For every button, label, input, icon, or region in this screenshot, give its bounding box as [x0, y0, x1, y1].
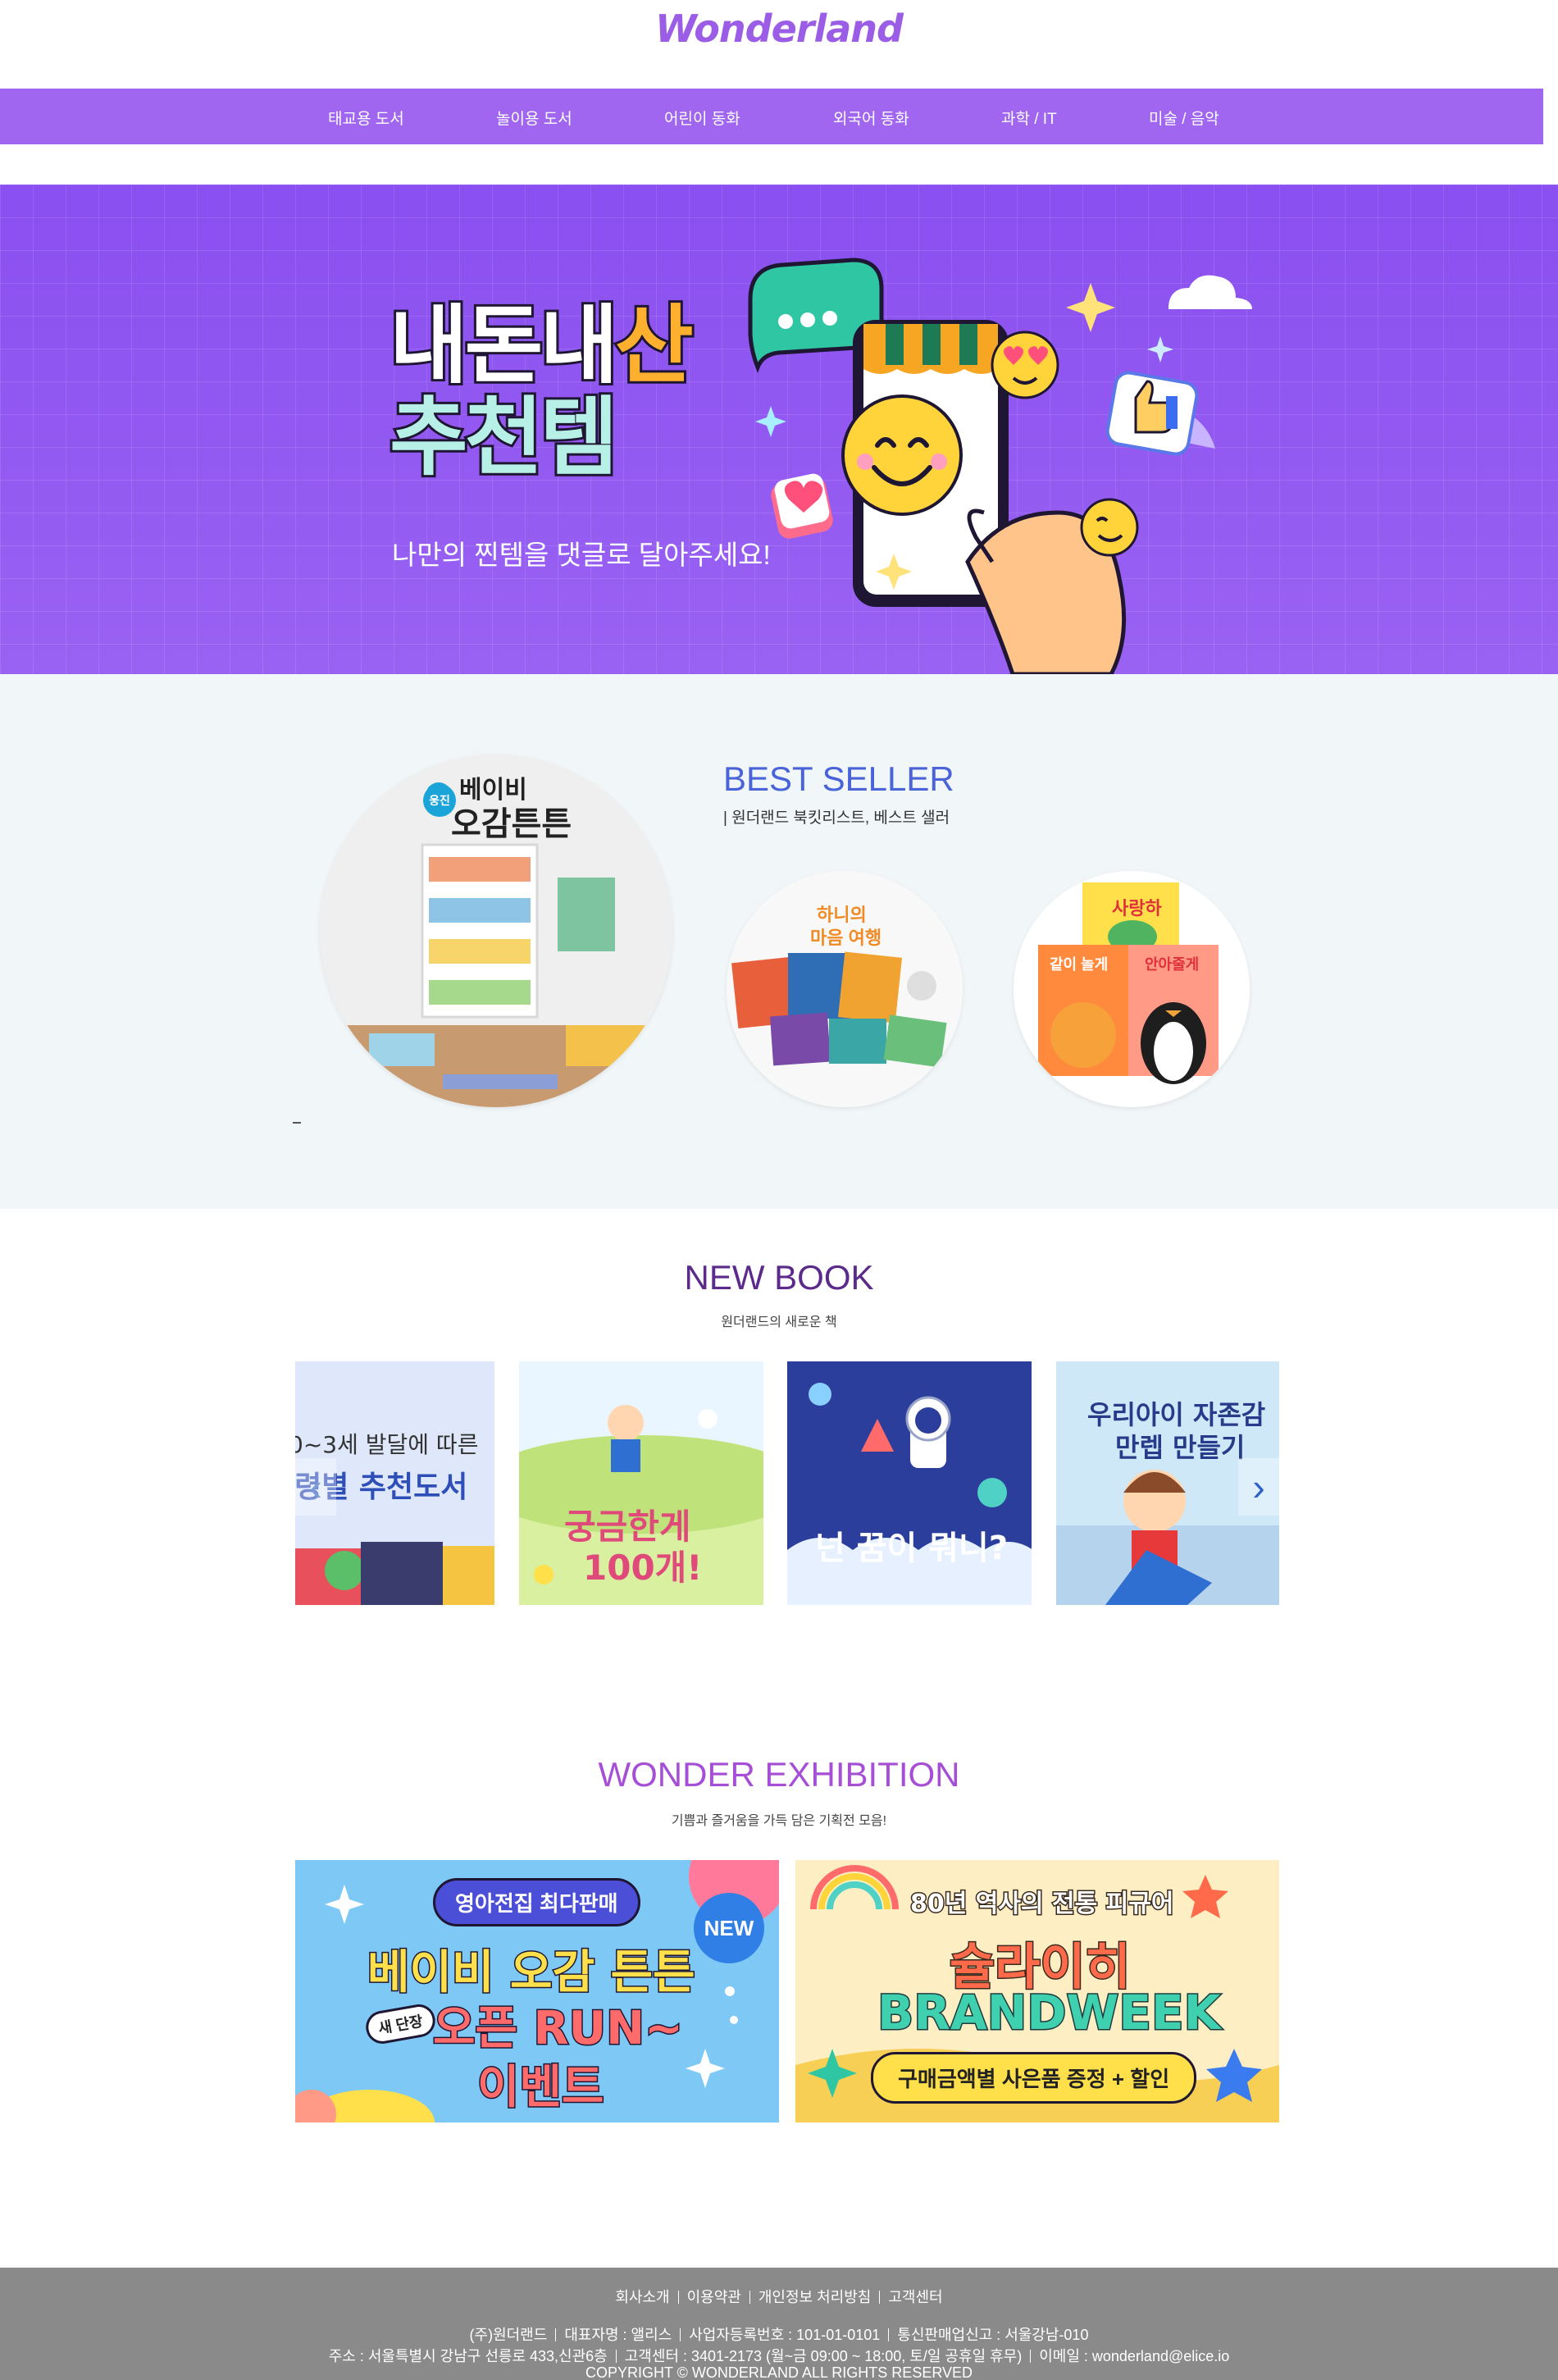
- exhibition-banner-schleich[interactable]: 80년 역사의 전통 피규어 슐라이히 BRANDWEEK 구매금액별 사은품 …: [795, 1860, 1279, 2122]
- sparkle-icon: [755, 406, 786, 437]
- best-seller-feature-image[interactable]: 웅진 베이비 오감튼튼: [320, 755, 672, 1107]
- sparkle-icon: [1066, 283, 1115, 332]
- book-title-c: 안아줄게: [1145, 956, 1200, 973]
- nav-item-art-music[interactable]: 미술 / 음악: [1149, 107, 1219, 129]
- footer-contact-info: 주소 : 서울특별시 강남구 선릉로 433,신관6층 고객센터 : 3401-2…: [0, 2345, 1558, 2366]
- footer-link-privacy[interactable]: 개인정보 처리방침: [758, 2289, 871, 2305]
- card-line2: 만렙 만들기: [1115, 1432, 1246, 1463]
- book-title-line2: 마음 여행: [810, 928, 882, 948]
- banner-line2: BRANDWEEK: [877, 1984, 1223, 2042]
- banner-tag: 영아전집 최다판매: [433, 1878, 640, 1926]
- best-seller-item-2[interactable]: 하니의 마음 여행: [727, 871, 963, 1107]
- footer-company-info: (주)원더랜드 대표자명 : 앨리스 사업자등록번호 : 101-01-0101 통신…: [0, 2323, 1558, 2345]
- sparkle-icon: [1147, 336, 1173, 362]
- card-line2: 100개!: [583, 1548, 703, 1588]
- customer-center: 고객센터 : 3401-2173 (월~금 09:00 ~ 18:00, 토/일…: [624, 2348, 1023, 2364]
- cloud-icon: [1168, 275, 1252, 309]
- footer-link-about[interactable]: 회사소개: [615, 2289, 669, 2305]
- footer-links: 회사소개 이용약관 개인정보 처리방침 고객센터: [0, 2286, 1558, 2307]
- email[interactable]: 이메일 : wonderland@elice.io: [1039, 2348, 1229, 2364]
- nav-item-kids-story[interactable]: 어린이 동화: [664, 107, 740, 129]
- chevron-left-icon: ‹: [309, 1466, 322, 1508]
- new-book-card[interactable]: 넌 꿈이 뭐니?: [787, 1361, 1032, 1605]
- nav-item-foreign-story[interactable]: 외국어 동화: [833, 107, 909, 129]
- exhibition-subtitle: 기쁨과 즐거움을 가득 담은 기획전 모음!: [671, 1814, 887, 1828]
- new-book-card[interactable]: 0~3세 발달에 따른 월령별 추천도서 ‹: [295, 1361, 494, 1605]
- main-nav: 태교용 도서 놀이용 도서 어린이 동화 외국어 동화 과학 / IT 미술 /…: [0, 89, 1543, 144]
- star-icon: [1182, 1875, 1228, 1918]
- best-seller-title: BEST SELLER: [723, 759, 954, 798]
- banner-line2: 오픈 RUN~: [432, 2001, 685, 2057]
- heart-card-icon: [771, 473, 833, 539]
- banner-pill: 구매금액별 사은품 증정 + 할인: [871, 2052, 1197, 2104]
- nav-item-science-it[interactable]: 과학 / IT: [1001, 107, 1057, 129]
- card-line1: 넌 꿈이 뭐니?: [815, 1530, 1009, 1567]
- exhibition-banner-baby[interactable]: 영아전집 최다판매 NEW 베이비 오감 튼튼 새 단장 오픈 RUN~ 이벤트: [295, 1860, 779, 2122]
- chevron-right-icon: ›: [1252, 1466, 1265, 1508]
- carousel-dash[interactable]: [293, 1122, 301, 1124]
- business-number: 사업자등록번호 : 101-01-0101: [689, 2327, 881, 2343]
- banner-line3: 이벤트: [476, 2060, 606, 2116]
- carousel-next-button[interactable]: ›: [1238, 1458, 1279, 1516]
- new-book-card[interactable]: 궁금한게 100개!: [519, 1361, 763, 1605]
- ceo-name: 대표자명 : 앨리스: [564, 2327, 672, 2343]
- thumbs-up-card-icon: [1105, 371, 1215, 456]
- new-book-subtitle: 원더랜드의 새로운 책: [721, 1315, 837, 1329]
- best-seller-section: 웅진 베이비 오감튼튼 BEST SELLER | 원더랜드 북킷리스트, 베스…: [0, 674, 1558, 1209]
- exhibition-title: WONDER EXHIBITION: [598, 1755, 960, 1794]
- footer: 회사소개 이용약관 개인정보 처리방침 고객센터 (주)원더랜드 대표자명 : 앨리스 사…: [0, 2268, 1558, 2380]
- hero-illustration: [748, 258, 1252, 674]
- logo[interactable]: Wonderland: [0, 7, 1558, 51]
- new-book-card[interactable]: 우리아이 자존감 만렙 만들기 ›: [1056, 1361, 1279, 1605]
- nav-item-play[interactable]: 놀이용 도서: [496, 107, 572, 129]
- best-seller-subtitle: | 원더랜드 북킷리스트, 베스트 샐러: [723, 809, 950, 827]
- sparkle-icon: [686, 2049, 725, 2088]
- book-title-b: 같이 놀게: [1050, 956, 1109, 973]
- new-book-title: NEW BOOK: [684, 1258, 874, 1297]
- hero-banner[interactable]: 내돈내산 추천템 나만의 찐템을 댓글로 달아주세요!: [0, 185, 1558, 674]
- address: 주소 : 서울특별시 강남구 선릉로 433,신관6층: [328, 2348, 608, 2364]
- new-badge: NEW: [694, 1893, 764, 1963]
- copyright: COPYRIGHT © WONDERLAND ALL RIGHTS RESERV…: [585, 2364, 973, 2380]
- ecommerce-number: 통신판매업신고 : 서울강남-010: [897, 2327, 1089, 2343]
- company-name: (주)원더랜드: [469, 2327, 548, 2343]
- wink-emoji-icon: [1080, 498, 1139, 557]
- new-book-carousel[interactable]: 0~3세 발달에 따른 월령별 추천도서 ‹ 궁금한게 100개!: [295, 1361, 1279, 1605]
- sparkle-icon: [325, 1885, 364, 1924]
- best-seller-item-3[interactable]: 사랑하 같이 놀게 안아줄게: [1014, 871, 1250, 1107]
- book-title-a: 사랑하: [1112, 898, 1162, 919]
- footer-link-terms[interactable]: 이용약관: [687, 2289, 741, 2305]
- book-title-line2: 오감튼튼: [451, 806, 572, 842]
- love-emoji-icon: [991, 331, 1059, 399]
- footer-link-support[interactable]: 고객센터: [888, 2289, 942, 2305]
- carousel-prev-button[interactable]: ‹: [295, 1458, 336, 1516]
- nav-item-prenatal[interactable]: 태교용 도서: [328, 107, 404, 129]
- banner-tag: 80년 역사의 전통 피규어: [909, 1889, 1174, 1920]
